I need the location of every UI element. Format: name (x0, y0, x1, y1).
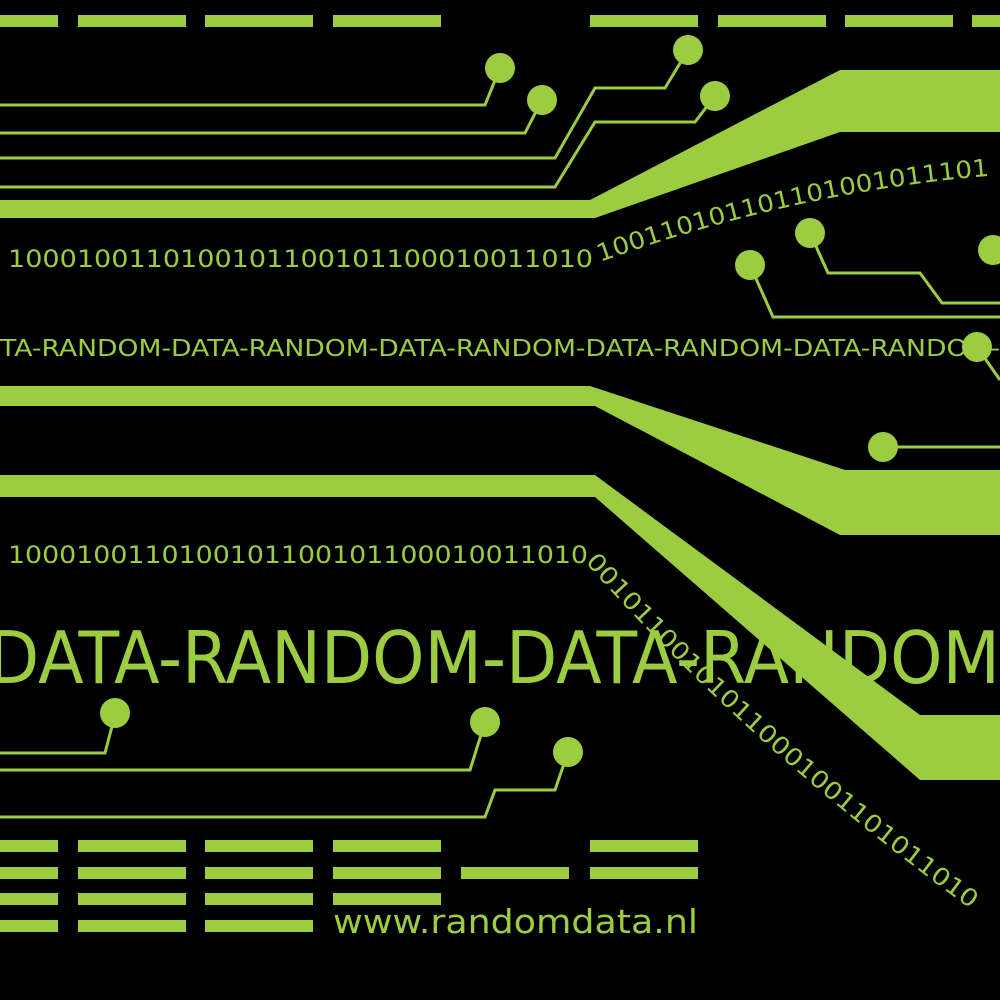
binary-text-mid: 1000100110100101100101100010011010 (8, 541, 588, 569)
binary-text-top: 1000100110100101100101100010011010 (8, 245, 593, 273)
random-data-small-text: TA-RANDOM-DATA-RANDOM-DATA-RANDOM-DATA-R… (0, 336, 1000, 362)
random-data-large-text: DATA-RANDOM-DATA-RANDOM (0, 616, 1000, 700)
circuit-artwork: 1000100110100101100101100010011010 10011… (0, 0, 1000, 1000)
website-url[interactable]: www.randomdata.nl (333, 902, 698, 941)
